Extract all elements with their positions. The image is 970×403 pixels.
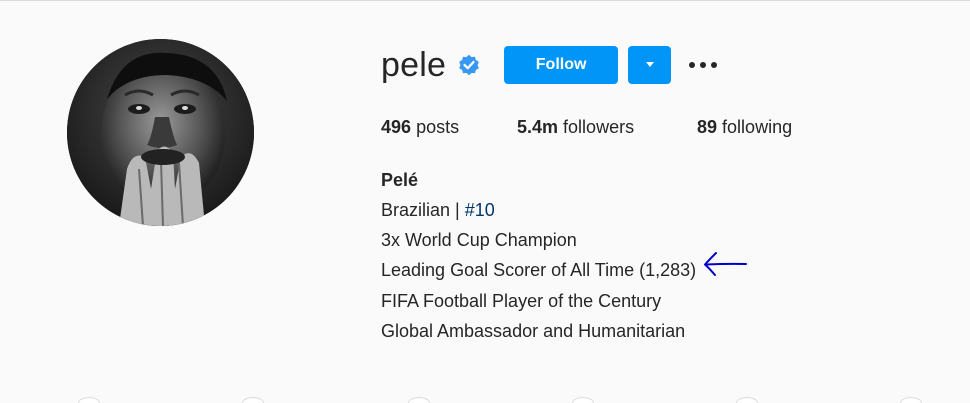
bio-line: Brazilian | #10 bbox=[381, 195, 748, 225]
profile-stats: 496 posts 5.4m followers 89 following bbox=[381, 115, 792, 139]
bio-line-text: Brazilian | bbox=[381, 200, 465, 220]
posts-stat: 496 posts bbox=[381, 115, 517, 139]
story-highlight-edge bbox=[572, 397, 594, 403]
full-name: Pelé bbox=[381, 170, 419, 190]
profile-page: pele Follow 496 posts 5.4m followers 89 … bbox=[0, 0, 970, 403]
following-stat[interactable]: 89 following bbox=[697, 115, 792, 139]
bio-line: Global Ambassador and Humanitarian bbox=[381, 320, 686, 341]
followers-stat[interactable]: 5.4m followers bbox=[517, 115, 697, 139]
following-label: following bbox=[722, 117, 793, 137]
verified-badge-icon bbox=[458, 54, 480, 76]
annotation-arrow-icon bbox=[702, 251, 748, 286]
story-highlight-edge bbox=[408, 397, 430, 403]
story-highlight-edge bbox=[78, 397, 100, 403]
bio-line: FIFA Football Player of the Century bbox=[381, 290, 662, 311]
bio: Pelé Brazilian | #10 3x World Cup Champi… bbox=[381, 165, 748, 346]
more-options-button[interactable] bbox=[688, 46, 718, 84]
story-highlight-edge bbox=[242, 397, 264, 403]
following-count: 89 bbox=[697, 117, 718, 137]
more-options-icon bbox=[689, 62, 718, 68]
username: pele bbox=[381, 46, 447, 84]
profile-header: pele Follow bbox=[381, 45, 718, 85]
followers-label: followers bbox=[563, 117, 635, 137]
story-highlights-edge bbox=[0, 397, 970, 403]
story-highlight-edge bbox=[736, 397, 758, 403]
bio-line: 3x World Cup Champion bbox=[381, 230, 577, 250]
suggested-dropdown-button[interactable] bbox=[628, 46, 672, 84]
caret-down-icon bbox=[645, 62, 654, 67]
posts-label: posts bbox=[416, 117, 460, 137]
avatar[interactable] bbox=[67, 39, 254, 226]
hashtag-link[interactable]: #10 bbox=[465, 200, 495, 220]
followers-count: 5.4m bbox=[517, 117, 559, 137]
posts-count: 496 bbox=[381, 117, 412, 137]
story-highlight-edge bbox=[900, 397, 922, 403]
bio-line: Leading Goal Scorer of All Time (1,283) bbox=[381, 260, 697, 280]
bio-line-with-annotation: Leading Goal Scorer of All Time (1,283) bbox=[381, 251, 748, 286]
profile-photo bbox=[67, 39, 254, 226]
follow-button[interactable]: Follow bbox=[504, 46, 619, 84]
